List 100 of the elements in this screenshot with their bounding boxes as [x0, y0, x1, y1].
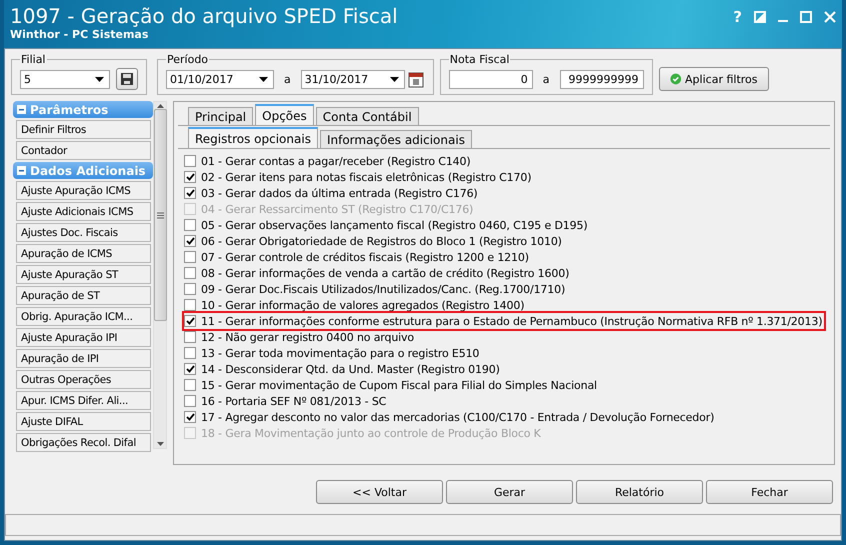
tab[interactable]: Conta Contábil — [316, 107, 419, 125]
apply-filters-button[interactable]: Aplicar filtros — [658, 67, 768, 91]
restore-icon[interactable] — [754, 11, 766, 23]
sidebar-item[interactable]: Ajuste DIFAL — [16, 412, 151, 431]
checkbox[interactable] — [184, 267, 196, 279]
section-title: Dados Adicionais — [30, 164, 146, 178]
sidebar-item[interactable]: Obrigações Recol. Difal — [16, 433, 151, 452]
tab[interactable]: Informações adicionais — [320, 130, 472, 148]
calendar-icon[interactable] — [406, 70, 425, 88]
checkbox[interactable] — [184, 363, 196, 375]
option-row[interactable]: 10 - Gerar informação de valores agregados (Registro 1400) — [184, 297, 526, 313]
grip-icon — [156, 212, 164, 218]
checkbox[interactable] — [184, 219, 196, 231]
option-label: 12 - Não gerar registro 0400 no arquivo — [201, 330, 414, 344]
minus-icon[interactable] — [17, 166, 26, 175]
sidebar-item[interactable]: Ajuste Adicionais ICMS — [16, 202, 151, 221]
option-label: 17 - Agregar desconto no valor das mercadorias (C100/C170 - Entrada / Devolução Fornecedor) — [201, 410, 714, 424]
window-subtitle: Winthor - PC Sistemas — [10, 28, 150, 41]
scrollbar[interactable] — [153, 101, 167, 449]
tab[interactable]: Registros opcionais — [188, 127, 318, 148]
option-label: 13 - Gerar toda movimentação para o registro E510 — [201, 346, 480, 360]
nota-from-field[interactable]: 0 — [448, 70, 533, 88]
option-row[interactable]: 07 - Gerar controle de créditos fiscais (Registro 1200 e 1210) — [184, 249, 531, 265]
option-row[interactable]: 01 - Gerar contas a pagar/receber (Registro C140) — [184, 153, 473, 169]
checkbox[interactable] — [184, 171, 196, 183]
option-row[interactable]: 15 - Gerar movimentação de Cupom Fiscal para Filial do Simples Nacional — [184, 377, 599, 393]
highlighted-option[interactable]: 11 - Gerar informações conforme estrutura para o Estado de Pernambuco (Instrução Normativa RFB nº 1.371/2013) — [184, 313, 824, 329]
checkbox[interactable] — [184, 347, 196, 359]
nota-to-field[interactable]: 9999999999 — [560, 70, 644, 88]
option-row[interactable]: 09 - Gerar Doc.Fiscais Utilizados/Inutilizados/Canc. (Reg.1700/1710) — [184, 281, 568, 297]
close-icon[interactable] — [824, 11, 836, 23]
range-separator: a — [542, 72, 550, 86]
option-row[interactable]: 16 - Portaria SEF Nº 081/2013 - SC — [184, 393, 388, 409]
option-label: 07 - Gerar controle de créditos fiscais (Registro 1200 e 1210) — [201, 250, 529, 264]
dropdown-arrow-icon[interactable] — [390, 76, 399, 82]
action-button[interactable]: Fechar — [706, 480, 833, 504]
option-label: 04 - Gerar Ressarcimento ST (Registro C170/C176) — [201, 202, 474, 216]
checkbox[interactable] — [184, 299, 196, 311]
sidebar-item[interactable]: Apur. ICMS Difer. Ali... — [16, 391, 151, 410]
dropdown-arrow-icon[interactable] — [259, 76, 268, 82]
option-label: 02 - Gerar itens para notas fiscais eletrônicas (Registro C170) — [201, 170, 532, 184]
sidebar-item[interactable]: Ajuste Apuração IPI — [16, 328, 151, 347]
sidebar-item[interactable]: Obrig. Apuração ICM... — [16, 307, 151, 326]
sidebar-item[interactable]: Ajuste Apuração ICMS — [16, 181, 151, 200]
option-row[interactable]: 14 - Desconsiderar Qtd. da Und. Master (Registro 0190) — [184, 361, 502, 377]
option-label: 03 - Gerar dados da última entrada (Registro C176) — [201, 186, 478, 200]
option-row[interactable]: 08 - Gerar informações de venda a cartão de crédito (Registro 1600) — [184, 265, 572, 281]
option-label: 11 - Gerar informações conforme estrutura para o Estado de Pernambuco (Instrução Normativa RFB nº 1.371/2013) — [201, 314, 822, 328]
sidebar-item[interactable]: Ajustes Doc. Fiscais — [16, 223, 151, 242]
checkbox[interactable] — [184, 331, 196, 343]
sidebar-item[interactable]: Apuração de ICMS — [16, 244, 151, 263]
save-button[interactable] — [116, 68, 138, 90]
option-label: 16 - Portaria SEF Nº 081/2013 - SC — [201, 394, 386, 408]
option-row[interactable]: 05 - Gerar observações lançamento fiscal (Registro 0460, C195 e D195) — [184, 217, 590, 233]
checkbox[interactable] — [184, 283, 196, 295]
sidebar-item[interactable]: Definir Filtros — [16, 120, 151, 139]
check-circle-icon — [670, 72, 682, 86]
sidebar-item[interactable]: Apuração de IPI — [16, 349, 151, 368]
option-label: 15 - Gerar movimentação de Cupom Fiscal para Filial do Simples Nacional — [201, 378, 597, 392]
tab[interactable]: Principal — [188, 107, 254, 125]
action-button[interactable]: Gerar — [446, 480, 573, 504]
tab[interactable]: Opções — [255, 104, 314, 125]
sidebar-item[interactable]: Ajuste Apuração ST — [16, 265, 151, 284]
scroll-down-icon[interactable] — [156, 442, 164, 446]
option-row[interactable]: 03 - Gerar dados da última entrada (Registro C176) — [184, 185, 480, 201]
range-separator: a — [283, 72, 292, 86]
minus-icon[interactable] — [17, 105, 26, 114]
option-label: 18 - Gera Movimentação junto ao controle de Produção Bloco K — [201, 426, 541, 440]
checkbox[interactable] — [184, 315, 196, 327]
filial-label: Filial — [20, 53, 46, 66]
section-title: Parâmetros — [30, 102, 108, 116]
action-button[interactable]: Relatório — [576, 480, 703, 504]
option-label: 05 - Gerar observações lançamento fiscal (Registro 0460, C195 e D195) — [201, 218, 588, 232]
sidebar-item[interactable]: Apuração de ST — [16, 286, 151, 305]
checkbox[interactable] — [184, 187, 196, 199]
date-from-field[interactable]: 01/10/2017 — [166, 70, 274, 88]
option-label: 01 - Gerar contas a pagar/receber (Registro C140) — [201, 154, 471, 168]
checkbox[interactable] — [184, 251, 196, 263]
date-to-field[interactable]: 31/10/2017 — [300, 70, 405, 88]
option-row[interactable]: 12 - Não gerar registro 0400 no arquivo — [184, 329, 416, 345]
checkbox[interactable] — [184, 411, 196, 423]
option-label: 09 - Gerar Doc.Fiscais Utilizados/Inutilizados/Canc. (Reg.1700/1710) — [201, 282, 566, 296]
option-row[interactable]: 06 - Gerar Obrigatoriedade de Registros do Bloco 1 (Registro 1010) — [184, 233, 564, 249]
checkbox[interactable] — [184, 155, 196, 167]
checkbox[interactable] — [184, 395, 196, 407]
dropdown-arrow-icon[interactable] — [95, 76, 104, 82]
option-row[interactable]: 17 - Agregar desconto no valor das mercadorias (C100/C170 - Entrada / Devolução Fornecedor) — [184, 409, 716, 425]
sidebar-item[interactable]: Contador — [16, 141, 151, 160]
checkbox[interactable] — [184, 235, 196, 247]
option-row[interactable]: 13 - Gerar toda movimentação para o registro E510 — [184, 345, 482, 361]
option-row[interactable]: 02 - Gerar itens para notas fiscais eletrônicas (Registro C170) — [184, 169, 534, 185]
action-button[interactable]: << Voltar — [316, 480, 443, 504]
nota-fiscal-label: Nota Fiscal — [448, 53, 510, 66]
checkbox[interactable] — [184, 379, 196, 391]
maximize-icon[interactable] — [800, 11, 812, 23]
periodo-label: Período — [166, 53, 210, 66]
sidebar-item[interactable]: Outras Operações — [16, 370, 151, 389]
option-label: 08 - Gerar informações de venda a cartão de crédito (Registro 1600) — [201, 266, 570, 280]
filial-dropdown[interactable]: 5 — [20, 70, 110, 88]
window-title: 1097 - Geração do arquivo SPED Fiscal — [10, 4, 398, 28]
